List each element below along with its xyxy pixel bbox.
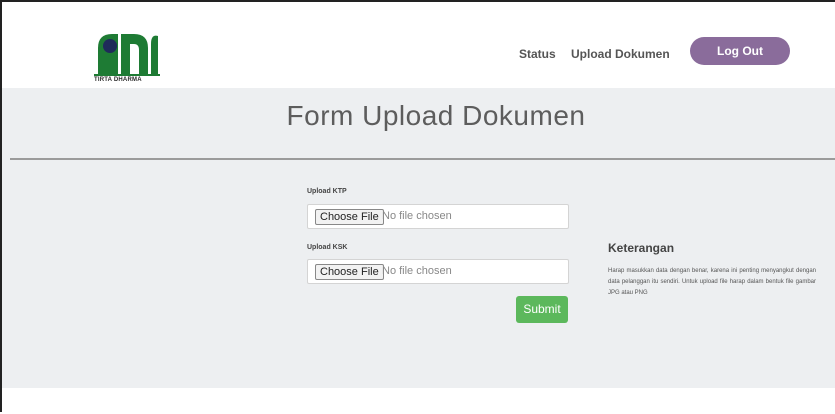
- main-content: Form Upload Dokumen Upload KTP Choose Fi…: [2, 88, 835, 388]
- ksk-choose-file-button[interactable]: Choose File: [315, 264, 384, 280]
- ksk-file-status: No file chosen: [382, 265, 452, 277]
- nav-link-upload-dokumen[interactable]: Upload Dokumen: [571, 47, 670, 61]
- upload-ksk-label: Upload KSK: [307, 244, 348, 251]
- footer-strip: [2, 388, 835, 414]
- upload-ktp-label: Upload KTP: [307, 188, 347, 195]
- title-divider: [10, 158, 835, 160]
- submit-button[interactable]: Submit: [516, 296, 568, 323]
- info-text: Harap masukkan data dengan benar, karena…: [608, 268, 816, 296]
- page-title: Form Upload Dokumen: [286, 100, 586, 131]
- upload-ktp-file-input[interactable]: Choose File No file chosen: [307, 204, 569, 229]
- info-title: Keterangan: [608, 241, 675, 255]
- ktp-choose-file-button[interactable]: Choose File: [315, 209, 384, 225]
- logo-caption: TIRTA DHARMA: [94, 77, 142, 83]
- nav-link-status[interactable]: Status: [519, 47, 556, 61]
- ktp-file-status: No file chosen: [382, 210, 452, 222]
- navbar: TIRTA DHARMA Status Upload Dokumen Log O…: [2, 2, 835, 88]
- upload-ksk-file-input[interactable]: Choose File No file chosen: [307, 259, 569, 284]
- app-window: TIRTA DHARMA Status Upload Dokumen Log O…: [0, 0, 835, 414]
- brand-logo[interactable]: TIRTA DHARMA: [94, 28, 164, 88]
- logout-button[interactable]: Log Out: [690, 37, 790, 65]
- tirta-dharma-logo-icon: [94, 34, 160, 76]
